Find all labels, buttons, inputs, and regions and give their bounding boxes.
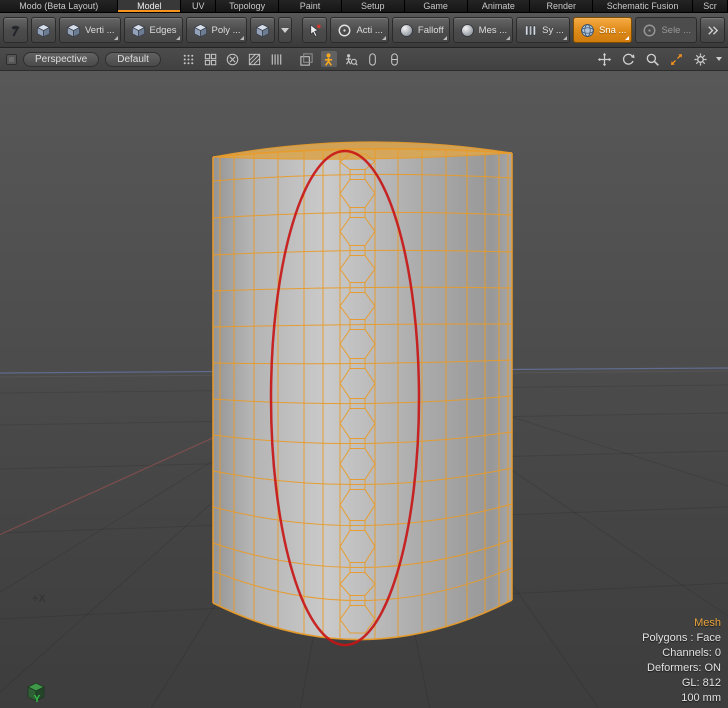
shading-icon-group [181,51,285,67]
gl-count: GL: 812 [642,676,721,691]
cube-icon [36,23,51,38]
auto-select-button[interactable] [302,17,327,43]
tool-icon [8,23,23,38]
falloff-label: Falloff [418,25,444,36]
gizmo-y-label: Y [24,695,50,705]
orientation-gizmo[interactable]: Y [24,695,50,705]
tab-schematic-fusion[interactable]: Schematic Fusion [593,0,693,12]
tab-paint[interactable]: Paint [279,0,342,12]
mesh-name: Mesh [642,616,721,631]
vertices-mode-button[interactable]: Verti ... [59,17,121,43]
falloff-button[interactable]: Falloff [392,17,450,43]
viewport-menu-icon[interactable] [6,54,17,65]
tab-setup[interactable]: Setup [342,0,405,12]
floor-axis-label: +X [32,593,46,605]
chevron-down-icon [281,28,289,33]
grid-display-icon[interactable] [203,51,219,67]
tab-modo-beta-layout[interactable]: Modo (Beta Layout) [0,0,118,12]
polygons-label: Poly ... [212,25,241,36]
modo-window: Modo (Beta Layout) Model UV Topology Pai… [0,0,728,708]
channels-count: Channels: 0 [642,646,721,661]
viewport-info-block: Mesh Polygons : Face Channels: 0 Deforme… [642,616,721,706]
cube-icon [193,23,208,38]
tab-animate[interactable]: Animate [468,0,531,12]
maximize-viewport-icon[interactable] [668,51,684,67]
capsule-display-icon[interactable] [365,51,381,67]
camera-view-dropdown[interactable]: Perspective [23,52,99,67]
chevrons-icon [705,23,720,38]
hatch-shading-icon[interactable] [247,51,263,67]
wire-shading-icon[interactable] [269,51,285,67]
scene-canvas [0,71,728,708]
viewport-3d[interactable]: +X Y Mesh Polygons : Face Channels: 0 De… [0,71,728,708]
tab-game[interactable]: Game [405,0,468,12]
tab-uv[interactable]: UV [181,0,216,12]
bars-icon [523,23,538,38]
select-through-label: Sele ... [661,25,691,36]
symmetry-button[interactable]: Sy ... [516,17,570,43]
tab-script[interactable]: Scr [693,0,728,12]
polygons-mode-button[interactable]: Poly ... [186,17,247,43]
edges-label: Edges [150,25,177,36]
select-through-button[interactable]: Sele ... [635,17,697,43]
mesh-constraints-button[interactable]: Mes ... [453,17,514,43]
deformers-state: Deformers: ON [642,661,721,676]
sphere-icon [399,23,414,38]
vertices-label: Verti ... [85,25,115,36]
items-mode-button[interactable] [250,17,275,43]
cube-icon [255,23,270,38]
capsule-split-display-icon[interactable] [387,51,403,67]
pan-icon[interactable] [596,51,612,67]
view-option-icon-group [299,51,403,67]
mesh-constraints-label: Mes ... [479,25,508,36]
ring-icon [642,23,657,38]
tool-mode-button[interactable] [3,17,28,43]
grid-size: 100 mm [642,691,721,706]
tab-render[interactable]: Render [530,0,593,12]
globe-icon [580,23,595,38]
tab-topology[interactable]: Topology [216,0,279,12]
viewport-header: Perspective Default [0,48,728,71]
sphere-icon [460,23,475,38]
rotate-view-icon[interactable] [620,51,636,67]
shading-style-dropdown[interactable]: Default [105,52,161,67]
selection-mode: Polygons : Face [642,631,721,646]
main-toolbar: Verti ... Edges Poly ... Acti ... Fallof… [0,13,728,48]
vertex-display-icon[interactable] [181,51,197,67]
pointer-icon [307,23,322,38]
tab-model[interactable]: Model [118,0,181,12]
cube-icon [131,23,146,38]
viewport-nav-icons [596,48,722,70]
layers-icon[interactable] [299,51,315,67]
cube-icon [66,23,81,38]
inspect-person-icon[interactable] [343,51,359,67]
symmetry-label: Sy ... [542,25,564,36]
zoom-view-icon[interactable] [644,51,660,67]
component-cube-button[interactable] [31,17,56,43]
action-center-label: Acti ... [356,25,382,36]
action-center-button[interactable]: Acti ... [330,17,388,43]
layout-tabbar: Modo (Beta Layout) Model UV Topology Pai… [0,0,728,13]
ring-icon [337,23,352,38]
disable-overlay-icon[interactable] [225,51,241,67]
settings-dropdown-icon[interactable] [716,57,722,61]
edges-mode-button[interactable]: Edges [124,17,183,43]
viewport-settings-gear-icon[interactable] [692,51,708,67]
snapping-label: Sna ... [599,25,626,36]
snapping-button[interactable]: Sna ... [573,17,632,43]
walkthrough-person-icon[interactable] [321,51,337,67]
mode-dropdown-button[interactable] [278,17,292,43]
toolbar-overflow-button[interactable] [700,17,725,43]
